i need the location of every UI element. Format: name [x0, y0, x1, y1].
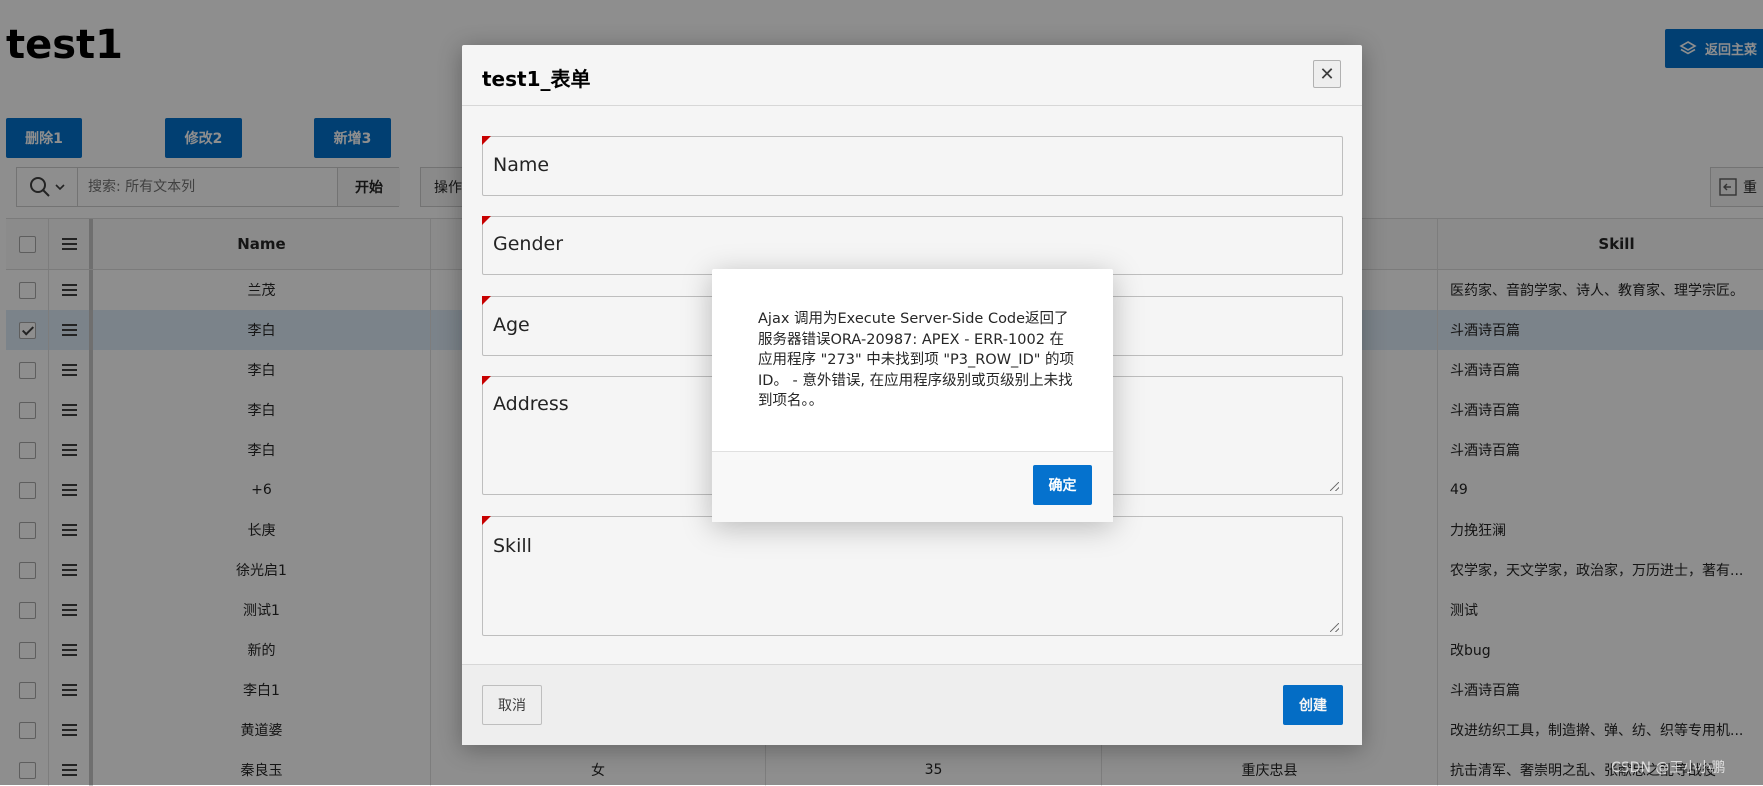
error-message: Ajax 调用为Execute Server-Side Code返回了服务器错误… [758, 311, 1075, 409]
error-alert-dialog: Ajax 调用为Execute Server-Side Code返回了服务器错误… [712, 269, 1113, 522]
watermark: CSDN @王小小鹏 [1611, 760, 1726, 776]
ok-button[interactable]: 确定 [1033, 465, 1092, 505]
